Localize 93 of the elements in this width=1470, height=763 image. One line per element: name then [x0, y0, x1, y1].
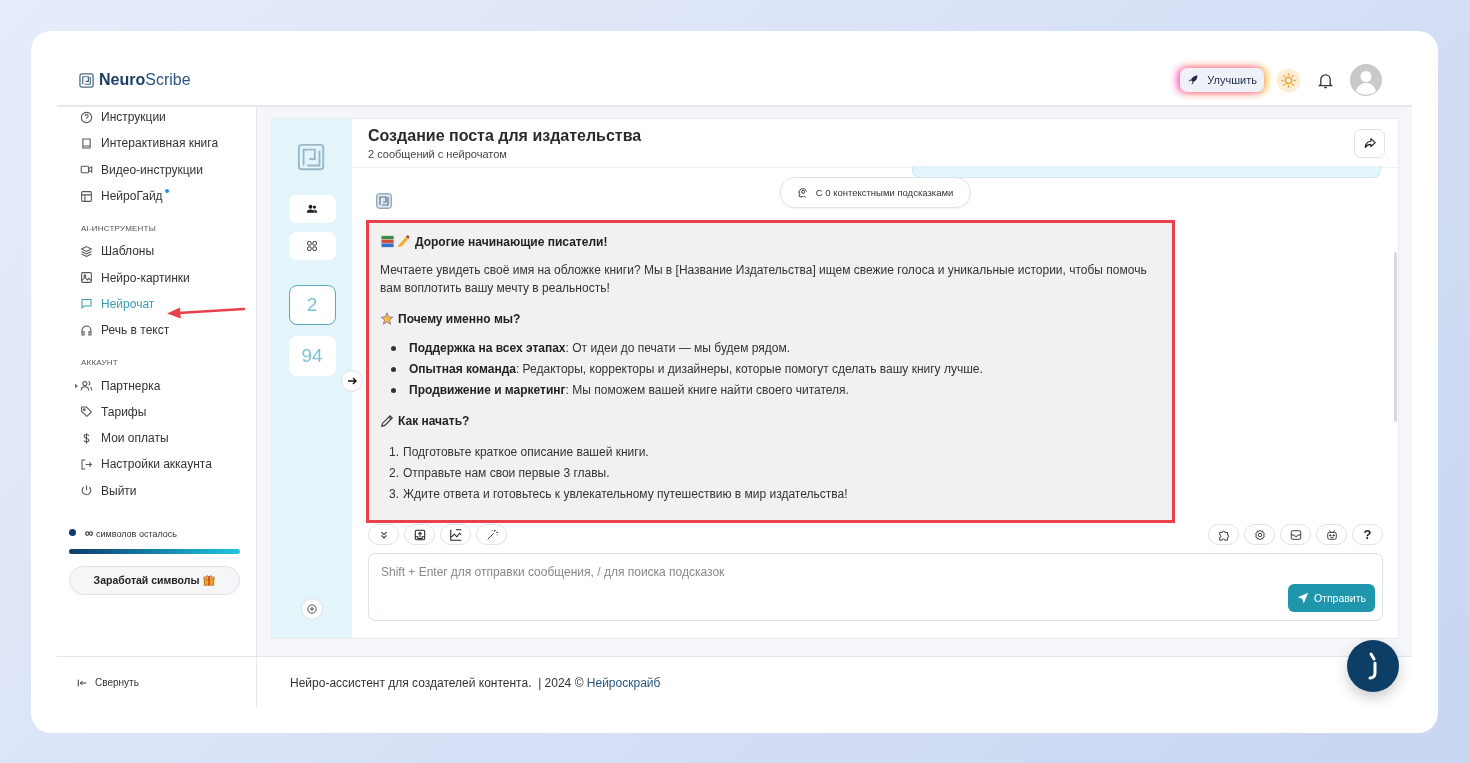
grid-icon [306, 240, 318, 252]
power-icon [80, 484, 93, 498]
inbox-icon [1289, 528, 1302, 541]
image-icon [80, 271, 93, 285]
settings-icon [1253, 528, 1266, 541]
head-icon [796, 186, 809, 199]
image-button[interactable] [440, 524, 471, 545]
pencil-icon [380, 414, 394, 428]
sidebar-item[interactable]: Инструкции [80, 104, 256, 131]
upload-icon [413, 528, 426, 541]
headphones-icon [80, 323, 93, 337]
sidebar-item[interactable]: Настройки аккаунта [80, 451, 256, 478]
share-icon [1362, 136, 1377, 150]
sidebar-item[interactable]: Шаблоны [80, 238, 256, 265]
step-text: Отправьте нам свои первые 3 главы. [403, 465, 610, 481]
sidebar-item[interactable]: Мои оплаты [80, 424, 256, 452]
brand-name: NeuroScribe [99, 71, 191, 89]
sidebar-item[interactable]: Выйти [80, 477, 256, 504]
bullet-dot [391, 366, 396, 372]
step-text: Ждите ответа и готовьтесь к увлекательному путешествию в мир издательства! [403, 486, 848, 502]
layers-icon [80, 244, 93, 258]
earn-symbols-button[interactable]: Заработай символы [69, 565, 240, 595]
add-button[interactable] [301, 598, 323, 620]
grid-button[interactable] [288, 232, 336, 260]
send-icon [1296, 592, 1309, 604]
chart-icon [448, 527, 463, 542]
bullet-text: Продвижение и маркетинг: Мы поможем вашей книге найти своего читателя. [409, 382, 849, 398]
bullet-text: Опытная команда: Редакторы, корректоры и дизайнеры, которые помогут сделать вашу книгу лучше. [409, 361, 983, 377]
section-heading: АККАУНТ [81, 358, 119, 368]
rocket-icon [1187, 74, 1200, 86]
message-heading: Как начать? [398, 414, 470, 428]
symbols-left: ∞ символов осталось [85, 525, 177, 540]
bullet-dot [391, 387, 396, 393]
step-number: 3. [389, 486, 399, 502]
users-icon [80, 379, 93, 392]
chat-icon [80, 297, 93, 311]
bot-avatar-icon [376, 193, 392, 209]
robot-icon [1325, 528, 1338, 541]
share-button[interactable] [1354, 128, 1385, 158]
logout-icon [80, 457, 93, 471]
plugin-button[interactable] [1208, 524, 1239, 545]
message-paragraph: Мечтаете увидеть своё имя на обложке книги? Мы в [Название Издательства] ищем свежие голоса и уникальные истории, чтобы помочь вам воплотить вашу мечту в реальность! [380, 262, 1148, 297]
bullet-text: Поддержка на всех этапах: От идеи до печати — мы будем рядом. [409, 340, 791, 356]
puzzle-icon [1217, 528, 1230, 541]
settings-button[interactable] [1244, 524, 1275, 545]
logo-icon [297, 143, 327, 173]
sidebar-item[interactable]: Видео-инструкции [80, 156, 256, 183]
scroll-down-button[interactable] [368, 524, 399, 545]
books-writing-icon [380, 234, 411, 249]
book-icon [80, 136, 93, 150]
layout-icon [80, 189, 93, 203]
status-dot [69, 529, 76, 537]
sparkle-icon [380, 312, 394, 326]
chevrons-down-icon [378, 529, 389, 540]
tag-icon [80, 405, 93, 419]
bullet-dot [391, 345, 396, 351]
wand-icon [485, 528, 498, 541]
help-button[interactable]: ? [1352, 524, 1383, 545]
footer-text: Нейро-ассистент для создателей контента. | 2024 © [290, 675, 584, 690]
collapse-button[interactable]: Свернуть [57, 657, 257, 708]
help-icon [80, 110, 93, 124]
upload-button[interactable] [404, 524, 435, 545]
bell-icon[interactable] [1318, 71, 1333, 89]
step-text: Подготовьте краткое описание вашей книги. [403, 444, 649, 460]
footer-link[interactable]: Нейроскрайб [586, 675, 661, 690]
collapse-icon [77, 677, 87, 688]
sidebar-item[interactable]: Партнерка [80, 372, 256, 399]
contacts-button[interactable] [288, 195, 336, 223]
sidebar-item[interactable]: Нейро-картинки [80, 264, 256, 291]
chat-subtitle: 2 сообщений с нейрочатом [368, 147, 508, 160]
upgrade-button[interactable]: Улучшить [1180, 68, 1264, 92]
step-number: 2. [389, 465, 399, 481]
step-number: 1. [389, 444, 399, 460]
context-hints-chip[interactable]: С 0 контекстными подсказками [779, 177, 971, 208]
sidebar-item[interactable]: Тарифы [80, 398, 256, 425]
section-heading: AI-ИНСТРУМЕНТЫ [81, 224, 157, 234]
arrow-right-icon [346, 375, 358, 387]
people-icon [306, 203, 318, 215]
plus-icon [307, 604, 317, 614]
expand-button[interactable] [341, 370, 363, 392]
hook-icon [1366, 651, 1380, 681]
robot-button[interactable] [1316, 524, 1347, 545]
sidebar-item[interactable]: Речь в текст [80, 317, 256, 344]
message-heading: Дорогие начинающие писатели! [415, 234, 608, 249]
assistant-fab[interactable] [1347, 640, 1399, 692]
sidebar-item[interactable]: НейроГайд [80, 182, 256, 210]
caret-icon[interactable] [75, 382, 78, 389]
logo-icon [79, 72, 94, 88]
sidebar-item[interactable]: Интерактивная книга [80, 130, 256, 157]
inbox-button[interactable] [1280, 524, 1311, 545]
gift-icon [203, 574, 216, 587]
chat-title: Создание поста для издательства [368, 126, 642, 145]
message-heading: Почему именно мы? [398, 312, 521, 326]
